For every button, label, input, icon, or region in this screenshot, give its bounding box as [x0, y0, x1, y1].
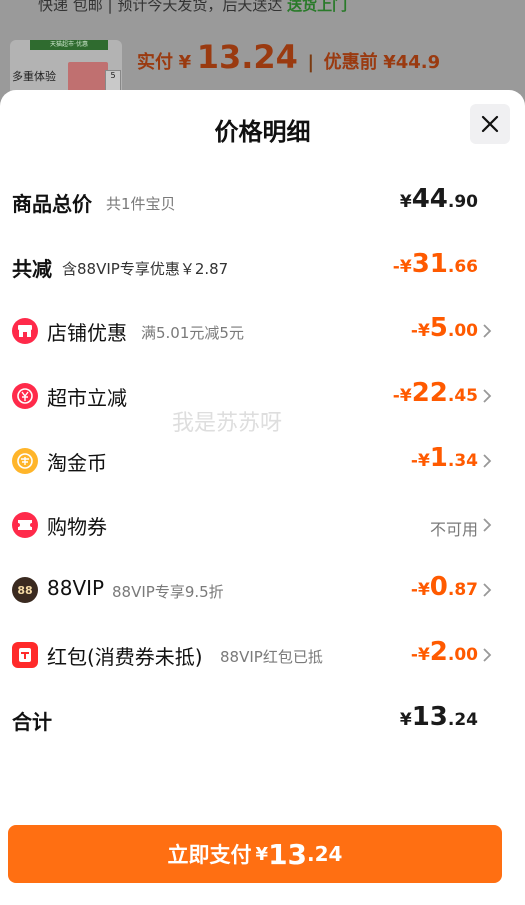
row-label: 购物券 — [47, 515, 107, 539]
row-value: -¥0.87 — [410, 572, 478, 602]
red-packet-icon — [12, 642, 38, 668]
row-value: -¥2.00 — [410, 637, 478, 667]
pay-button-label: 立即支付 — [167, 843, 252, 867]
row-value: -¥31.66 — [392, 249, 478, 279]
shop-icon — [12, 318, 38, 344]
row-label: 红包(消费券未抵) — [47, 645, 203, 669]
delivery-door-text: 送货上门 — [287, 0, 348, 14]
chevron-right-icon — [483, 324, 492, 338]
chevron-right-icon — [483, 518, 492, 532]
row-sub: 88VIP专享9.5折 — [112, 583, 224, 601]
row-sub: 满5.01元减5元 — [141, 324, 244, 342]
row-value: ¥13.24 — [399, 702, 478, 732]
row-shop-discount[interactable]: 店铺优惠 满5.01元减5元 -¥5.00 — [0, 311, 525, 351]
delivery-text: 快递 包邮 | 预计今天发货，后天送达 — [38, 0, 283, 14]
paid-currency: ¥ — [178, 52, 192, 73]
row-value: -¥22.45 — [392, 378, 478, 408]
watermark: 我是苏苏呀 — [172, 411, 283, 436]
sheet-title: 价格明细 — [214, 118, 311, 146]
pay-button-currency: ¥ — [255, 843, 269, 865]
thumbnail-text: 多重体验 — [12, 70, 56, 83]
close-button[interactable] — [470, 104, 510, 144]
row-label: 淘金币 — [47, 451, 107, 475]
row-sum-total: 合计 ¥13.24 — [0, 700, 525, 740]
vip-88-icon: 88 — [12, 577, 38, 603]
row-shopping-coupon[interactable]: 购物券 不可用 — [0, 505, 525, 545]
row-sub: 88VIP红包已抵 — [220, 648, 323, 666]
chevron-right-icon — [483, 648, 492, 662]
row-gold-coin[interactable]: 淘金币 -¥1.34 — [0, 441, 525, 481]
price-detail-sheet: 价格明细 商品总价 共1件宝贝 ¥44.90 共减 含88VIP专享优惠￥2.8… — [0, 90, 525, 905]
chevron-right-icon — [483, 389, 492, 403]
row-total-discount: 共减 含88VIP专享优惠￥2.87 -¥31.66 — [0, 247, 525, 287]
delivery-info: 快递 包邮 | 预计今天发货，后天送达 送货上门 — [38, 0, 347, 15]
row-label: 88VIP — [47, 576, 105, 600]
price-separator: | — [307, 52, 315, 73]
row-red-packet[interactable]: 红包(消费券未抵) 88VIP红包已抵 -¥2.00 — [0, 635, 525, 675]
row-88vip[interactable]: 88 88VIP 88VIP专享9.5折 -¥0.87 — [0, 570, 525, 610]
row-value: -¥5.00 — [410, 313, 478, 343]
row-sub: 共1件宝贝 — [106, 195, 176, 213]
before-discount-label: 优惠前 — [323, 52, 378, 73]
thumbnail-badge: 5 — [105, 70, 121, 92]
pay-button-amount-dec: .24 — [307, 842, 343, 866]
pay-now-button[interactable]: 立即支付 ¥ 13 .24 — [8, 825, 502, 883]
row-label: 店铺优惠 — [47, 321, 127, 345]
row-label: 商品总价 — [12, 192, 92, 216]
row-label: 超市立减 — [47, 386, 127, 410]
row-label: 合计 — [12, 710, 52, 734]
before-discount-amount: ¥44.9 — [383, 52, 441, 73]
coupon-icon — [12, 512, 38, 538]
chevron-right-icon — [483, 583, 492, 597]
background-price: 实付 ¥ 13.24 | 优惠前 ¥44.9 — [137, 38, 440, 76]
close-icon — [481, 115, 499, 133]
thumbnail-ribbon: 天猫超市·优惠 — [30, 40, 108, 50]
row-label: 共减 — [12, 257, 52, 281]
paid-amount: 13.24 — [196, 38, 298, 76]
supermarket-discount-icon — [12, 383, 38, 409]
thumbnail-book — [68, 62, 108, 92]
paid-label: 实付 — [137, 52, 173, 73]
row-value: -¥1.34 — [410, 443, 478, 473]
pay-button-amount-int: 13 — [268, 837, 308, 871]
row-value: 不可用 — [429, 520, 478, 539]
row-total-goods-price: 商品总价 共1件宝贝 ¥44.90 — [0, 182, 525, 222]
gold-coin-icon — [12, 448, 38, 474]
svg-text:88: 88 — [17, 584, 32, 597]
chevron-right-icon — [483, 454, 492, 468]
row-value: ¥44.90 — [399, 184, 478, 214]
row-sub: 含88VIP专享优惠￥2.87 — [62, 260, 229, 278]
